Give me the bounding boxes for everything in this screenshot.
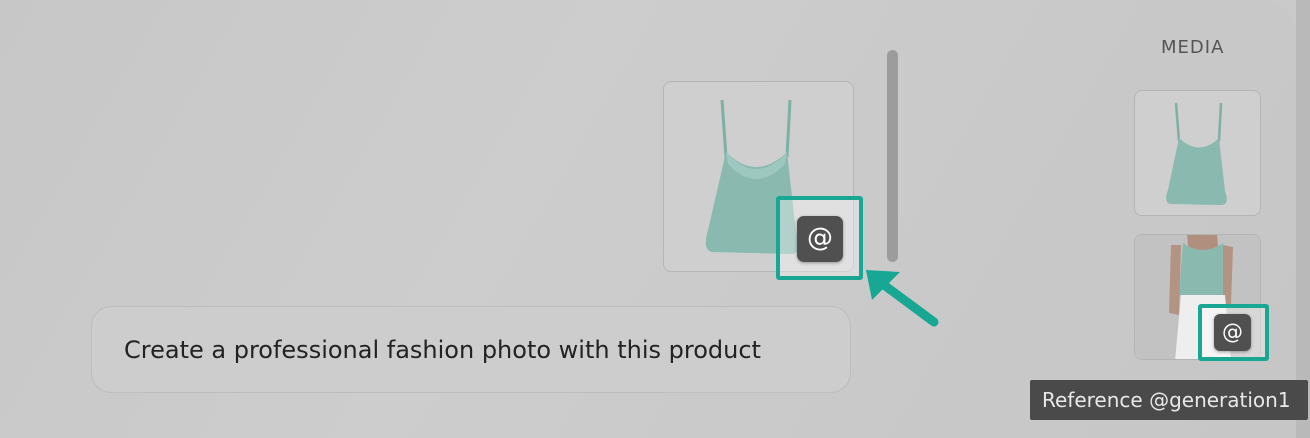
- reference-button[interactable]: @: [797, 216, 843, 262]
- scrollbar[interactable]: [887, 50, 898, 262]
- arrow-pointer: [866, 270, 939, 327]
- at-icon: @: [807, 223, 833, 253]
- media-item-product[interactable]: [1134, 90, 1261, 216]
- user-prompt-message: Create a professional fashion photo with…: [91, 306, 851, 393]
- media-section-title: MEDIA: [1161, 37, 1225, 58]
- prompt-text: Create a professional fashion photo with…: [124, 335, 761, 364]
- reference-tooltip: Reference @generation1: [1030, 380, 1308, 420]
- at-icon: @: [1222, 320, 1243, 344]
- media-reference-button[interactable]: @: [1214, 314, 1251, 351]
- window-edge: [1296, 0, 1310, 438]
- camisole-thumbnail: [1166, 102, 1227, 205]
